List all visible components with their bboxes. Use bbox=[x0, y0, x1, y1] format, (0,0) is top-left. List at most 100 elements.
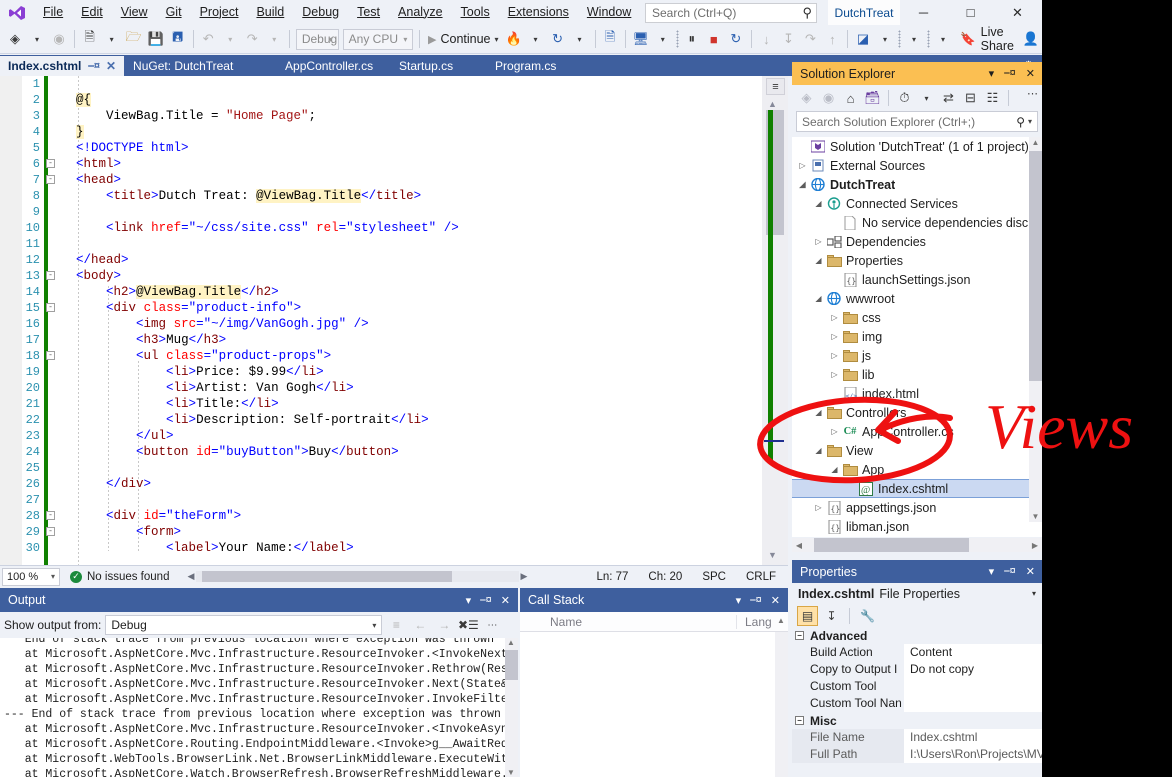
restart-dropdown-icon[interactable]: ▾ bbox=[569, 27, 591, 51]
step-out-icon[interactable]: ↷ bbox=[799, 27, 821, 51]
close-panel-icon[interactable]: ✕ bbox=[1026, 67, 1035, 80]
thread-marker-icon[interactable]: ◪ bbox=[852, 27, 874, 51]
code-line[interactable]: 21 <li>Title:</li> bbox=[22, 396, 762, 412]
fold-toggle-icon[interactable]: - bbox=[46, 511, 55, 520]
code-line[interactable]: 13- <body> bbox=[22, 268, 762, 284]
column-header-language[interactable]: Lang bbox=[737, 615, 772, 629]
undo-dropdown-icon[interactable]: ▾ bbox=[219, 27, 241, 51]
toolbar-grip[interactable] bbox=[898, 30, 902, 48]
chevron-down-icon[interactable]: ◢ bbox=[828, 465, 841, 474]
chevron-down-icon[interactable]: ◢ bbox=[812, 256, 825, 265]
hot-reload-dropdown-icon[interactable]: ▾ bbox=[525, 27, 547, 51]
close-panel-icon[interactable]: ✕ bbox=[501, 594, 510, 607]
solution-platform-select[interactable]: Any CPU ▾ bbox=[342, 28, 414, 50]
minimize-button[interactable]: ─ bbox=[900, 0, 947, 25]
tree-item[interactable]: ◢ View bbox=[792, 441, 1042, 460]
fold-toggle-icon[interactable]: - bbox=[46, 351, 55, 360]
debug-target-dropdown-icon[interactable]: ▾ bbox=[652, 27, 674, 51]
collapse-all-icon[interactable]: ⊟ bbox=[960, 88, 981, 109]
alphabetical-view-icon[interactable]: ↧ bbox=[821, 606, 842, 626]
find-message-icon[interactable]: ≡ bbox=[386, 615, 406, 635]
property-row[interactable]: Build Action Content bbox=[792, 644, 1042, 661]
solution-explorer-search-input[interactable]: Search Solution Explorer (Ctrl+;) ⚲ ▾ bbox=[796, 111, 1038, 132]
panel-menu-icon[interactable]: ▾ bbox=[466, 594, 472, 607]
property-category[interactable]: − Misc bbox=[792, 712, 1042, 729]
tab-startup-cs[interactable]: Startup.cs bbox=[391, 55, 488, 76]
menu-item-test[interactable]: Test bbox=[348, 1, 389, 25]
close-panel-icon[interactable]: ✕ bbox=[1026, 565, 1035, 578]
tree-item-selected[interactable]: @ Index.cshtml bbox=[792, 479, 1042, 498]
toolbar-grip[interactable] bbox=[927, 30, 931, 48]
tree-item[interactable]: </> index.html bbox=[792, 384, 1042, 403]
chevron-right-icon[interactable]: ▷ bbox=[796, 161, 809, 170]
properties-grid[interactable]: − Advanced Build Action Content Copy to Outp… bbox=[792, 627, 1042, 763]
tree-item[interactable]: ◢ App bbox=[792, 460, 1042, 479]
feedback-icon[interactable]: 👤 bbox=[1020, 27, 1042, 51]
code-line[interactable]: 10 <link href="~/css/site.css" rel="styl… bbox=[22, 220, 762, 236]
issues-indicator[interactable]: ✓ No issues found bbox=[70, 570, 169, 583]
property-value[interactable] bbox=[904, 695, 1042, 712]
editor-horizontal-scrollbar[interactable]: ◀ ▶ bbox=[187, 569, 527, 584]
close-tab-icon[interactable]: ✕ bbox=[106, 59, 116, 73]
close-panel-icon[interactable]: ✕ bbox=[771, 594, 780, 607]
save-icon[interactable]: 💾 bbox=[145, 27, 167, 51]
code-line[interactable]: 28- <div id="theForm"> bbox=[22, 508, 762, 524]
code-line[interactable]: 18- <ul class="product-props"> bbox=[22, 348, 762, 364]
code-line[interactable]: 29- <form> bbox=[22, 524, 762, 540]
menu-item-extensions[interactable]: Extensions bbox=[499, 1, 578, 25]
chevron-down-icon[interactable]: ◢ bbox=[812, 408, 825, 417]
go-to-previous-icon[interactable]: ← bbox=[410, 615, 430, 635]
go-to-next-icon[interactable]: → bbox=[434, 615, 454, 635]
navigate-backward-dropdown-icon[interactable]: ▾ bbox=[26, 27, 48, 51]
tree-item[interactable]: ▷ img bbox=[792, 327, 1042, 346]
scroll-right-icon[interactable]: ▶ bbox=[521, 571, 528, 582]
code-line[interactable]: 23 </ul> bbox=[22, 428, 762, 444]
redo-dropdown-icon[interactable]: ▾ bbox=[263, 27, 285, 51]
back-icon[interactable]: ◈ bbox=[796, 88, 817, 109]
menu-item-git[interactable]: Git bbox=[157, 1, 191, 25]
editor-lines[interactable]: 1 2 @{3 ViewBag.Title = "Home Page"; 4} 5 <!D… bbox=[22, 76, 762, 565]
property-row[interactable]: Custom Tool bbox=[792, 678, 1042, 695]
fold-toggle-icon[interactable]: - bbox=[46, 159, 55, 168]
scroll-up-icon[interactable]: ▲ bbox=[1032, 138, 1040, 147]
menu-item-analyze[interactable]: Analyze bbox=[389, 1, 451, 25]
call-stack-vertical-scrollbar[interactable]: ▲ bbox=[775, 616, 788, 777]
code-line[interactable]: 22 <li>Description: Self-portrait</li> bbox=[22, 412, 762, 428]
indentation-indicator[interactable]: SPC bbox=[702, 571, 726, 583]
output-text-area[interactable]: End of stack trace from previous locatio… bbox=[0, 638, 518, 777]
code-editor[interactable]: 1 2 @{3 ViewBag.Title = "Home Page"; 4} 5 <!D… bbox=[0, 76, 788, 565]
property-value[interactable]: Do not copy bbox=[904, 661, 1042, 678]
clear-all-icon[interactable]: ✖☰ bbox=[458, 615, 479, 635]
zoom-level-select[interactable]: 100 % ▾ bbox=[2, 567, 60, 586]
property-row[interactable]: Copy to Output I Do not copy bbox=[792, 661, 1042, 678]
tree-item[interactable]: {} libman.json bbox=[792, 517, 1042, 536]
tree-item[interactable]: ▷ C# AppController.cs bbox=[792, 422, 1042, 441]
solution-explorer-horizontal-scrollbar[interactable]: ◀ ▶ bbox=[792, 538, 1042, 552]
code-line[interactable]: 1 bbox=[22, 76, 762, 92]
chevron-right-icon[interactable]: ▷ bbox=[828, 332, 841, 341]
chevron-right-icon[interactable]: ▷ bbox=[828, 370, 841, 379]
call-stack-grid[interactable]: Name Lang ▲ bbox=[520, 612, 788, 777]
code-line[interactable]: 14 <h2>@ViewBag.Title</h2> bbox=[22, 284, 762, 300]
code-line[interactable]: 25 bbox=[22, 460, 762, 476]
menu-item-project[interactable]: Project bbox=[191, 1, 248, 25]
pin-panel-icon[interactable]: ⎯¤ bbox=[480, 594, 492, 607]
new-project-dropdown-icon[interactable]: ▾ bbox=[101, 27, 123, 51]
scroll-left-icon[interactable]: ◀ bbox=[187, 571, 194, 582]
code-line[interactable]: 2 @{ bbox=[22, 92, 762, 108]
code-line[interactable]: 15- <div class="product-info"> bbox=[22, 300, 762, 316]
pin-panel-icon[interactable]: ⎯¤ bbox=[750, 594, 762, 607]
panel-menu-icon[interactable]: ▾ bbox=[989, 67, 995, 80]
overflow-icon[interactable]: ⋯ bbox=[482, 615, 502, 635]
property-value[interactable]: Content bbox=[904, 644, 1042, 661]
chevron-right-icon[interactable]: ▷ bbox=[812, 503, 825, 512]
code-line[interactable]: 19 <li>Price: $9.99</li> bbox=[22, 364, 762, 380]
tree-item[interactable]: Solution 'DutchTreat' (1 of 1 project) bbox=[792, 137, 1042, 156]
column-header-name[interactable]: Name bbox=[542, 614, 737, 629]
build-configuration-select[interactable]: Debug ▾ bbox=[295, 28, 339, 50]
code-line[interactable]: 11 bbox=[22, 236, 762, 252]
collapse-toggle-icon[interactable]: − bbox=[795, 631, 804, 640]
live-share-button[interactable]: 🔖 Live Share bbox=[954, 25, 1020, 53]
tree-item[interactable]: No service dependencies disc bbox=[792, 213, 1042, 232]
property-category[interactable]: − Advanced bbox=[792, 627, 1042, 644]
